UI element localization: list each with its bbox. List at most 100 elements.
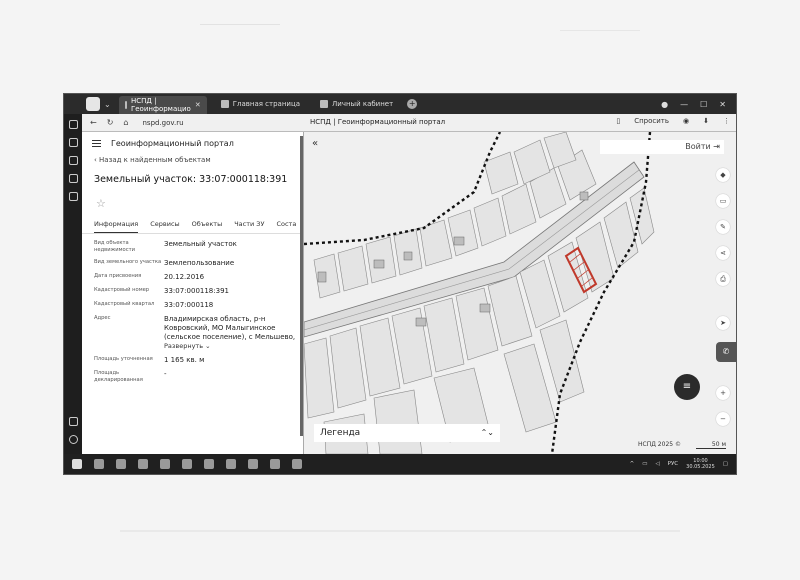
tab-information[interactable]: Информация: [94, 220, 139, 233]
chevron-down-icon[interactable]: ⌄: [104, 100, 111, 109]
attribute-row: Вид объекта недвижимости Земельный участ…: [82, 240, 303, 254]
snip-icon[interactable]: [292, 459, 302, 469]
expand-button[interactable]: Развернуть ⌄: [164, 342, 296, 351]
attribute-value: 33:07:000118: [164, 301, 214, 309]
menu-fab-icon[interactable]: ≡: [674, 374, 700, 400]
locate-icon[interactable]: ➤: [716, 316, 730, 330]
favicon-icon: [320, 100, 329, 108]
tab-composition[interactable]: Соста: [276, 220, 296, 233]
menu-icon[interactable]: ⋮: [723, 117, 730, 125]
building: [403, 251, 413, 261]
history-icon[interactable]: [68, 120, 78, 129]
parcel: [359, 317, 401, 397]
calendar-icon[interactable]: [68, 192, 78, 201]
attributes-list: Вид объекта недвижимости Земельный участ…: [82, 240, 303, 384]
mail-icon[interactable]: [182, 459, 192, 469]
tab-services[interactable]: Сервисы: [150, 220, 179, 233]
parcel: [329, 327, 367, 409]
new-tab-icon[interactable]: +: [407, 99, 418, 109]
close-icon[interactable]: ✕: [195, 101, 201, 109]
parcel: [423, 297, 465, 373]
alice-icon[interactable]: [68, 435, 78, 444]
tab-parcel-parts[interactable]: Части ЗУ: [234, 220, 264, 233]
attribute-row: Адрес Владимирская область, р-н Ковровск…: [82, 315, 303, 351]
parcel: [337, 245, 369, 292]
volume-icon[interactable]: ◁: [655, 461, 659, 467]
zoom-out-icon[interactable]: −: [716, 412, 730, 426]
network-icon[interactable]: ▭: [642, 461, 647, 467]
tab-nspd[interactable]: НСПД | Геоинформацио ✕: [118, 96, 207, 114]
back-arrow-icon[interactable]: ←: [90, 118, 97, 127]
attribute-value: 20.12.2016: [164, 273, 205, 281]
maximize-icon[interactable]: ☐: [700, 100, 707, 109]
tab-account[interactable]: Личный кабинет: [314, 96, 399, 112]
lock-icon: ⌂: [123, 118, 129, 127]
apps-icon[interactable]: [68, 174, 78, 183]
hamburger-icon[interactable]: [92, 139, 101, 147]
folder-icon[interactable]: [204, 459, 214, 469]
yandex-browser-icon[interactable]: [226, 459, 236, 469]
attribute-row: Кадастровый квартал 33:07:000118: [82, 301, 303, 310]
share-icon[interactable]: ⋖: [716, 246, 730, 260]
photos-icon[interactable]: [248, 459, 258, 469]
notes-icon[interactable]: [68, 138, 78, 147]
close-window-icon[interactable]: ✕: [719, 100, 726, 109]
back-link-label: Назад к найденным объектам: [99, 156, 211, 164]
zoom-in-icon[interactable]: +: [716, 386, 730, 400]
attribute-key: Вид земельного участка: [94, 259, 162, 265]
parcel: [473, 197, 507, 247]
task-view-icon[interactable]: [116, 459, 126, 469]
back-link[interactable]: ‹ Назад к найденным объектам: [82, 156, 303, 164]
expand-label: Развернуть: [164, 342, 204, 350]
windows-start-icon[interactable]: [72, 459, 82, 469]
window-controls: ● — ☐ ✕: [661, 100, 726, 109]
chevron-down-icon: ⌄: [205, 342, 211, 350]
panel-tabs: Информация Сервисы Объекты Части ЗУ Сост…: [82, 220, 303, 234]
tab-label: Главная страница: [232, 100, 301, 108]
tab-home[interactable]: Главная страница: [215, 96, 306, 112]
chevron-up-icon[interactable]: ^: [630, 461, 635, 467]
ruler-icon[interactable]: ▭: [716, 194, 730, 208]
chevron-updown-icon: ⌃⌄: [480, 428, 494, 437]
downloads-icon[interactable]: ⬇: [703, 117, 709, 125]
cadastral-map[interactable]: « Войти ⇥ ◆ ▭ ✎ ⋖ ⎙ ➤ + − ✆ ≡ Легенда ⌃⌄…: [304, 132, 736, 454]
attribute-value: Землепользование: [164, 259, 235, 267]
login-button[interactable]: Войти ⇥: [600, 140, 724, 154]
reload-icon[interactable]: ↻: [107, 118, 114, 127]
panel-scrollbar[interactable]: [300, 136, 303, 436]
panel-header: Геоинформационный портал: [82, 134, 303, 152]
favicon-icon: [124, 101, 127, 109]
search-icon[interactable]: [94, 459, 104, 469]
image-icon[interactable]: [270, 459, 280, 469]
login-label: Войти: [685, 142, 711, 151]
browser-tab-bar: ⌄ НСПД | Геоинформацио ✕ Главная страниц…: [64, 94, 736, 114]
clock-date: 30.05.2025: [686, 464, 715, 470]
chat-icon[interactable]: ✆: [716, 342, 736, 362]
bookmark-icon[interactable]: ▯: [616, 117, 620, 125]
ask-button[interactable]: Спросить: [634, 117, 669, 125]
building: [579, 191, 589, 201]
tab-label: НСПД | Геоинформацио: [130, 97, 191, 113]
browser-logo-icon[interactable]: [86, 97, 100, 111]
notification-icon[interactable]: ▢: [723, 461, 728, 467]
attribute-row: Дата присвоения 20.12.2016: [82, 273, 303, 282]
layers-icon[interactable]: ◆: [716, 168, 730, 182]
map-canvas[interactable]: [304, 132, 736, 454]
url-field[interactable]: nspd.gov.ru: [142, 119, 183, 127]
tab-objects[interactable]: Объекты: [192, 220, 223, 233]
print-icon[interactable]: ⎙: [716, 272, 730, 286]
edge-icon[interactable]: [138, 459, 148, 469]
parcel: [304, 337, 335, 419]
minimize-icon[interactable]: —: [680, 100, 688, 109]
store-icon[interactable]: [160, 459, 170, 469]
extension-icon[interactable]: ◉: [683, 117, 689, 125]
language-indicator[interactable]: РУС: [668, 461, 679, 467]
edit-icon[interactable]: ✎: [716, 220, 730, 234]
collapse-panel-icon[interactable]: «: [312, 138, 318, 149]
add-icon[interactable]: [68, 417, 78, 426]
legend-dropdown[interactable]: Легенда ⌃⌄: [314, 424, 500, 442]
profile-icon[interactable]: ●: [661, 100, 668, 109]
play-icon[interactable]: [68, 156, 78, 165]
clock[interactable]: 10:00 30.05.2025: [686, 458, 715, 470]
star-icon[interactable]: ☆: [82, 197, 303, 210]
